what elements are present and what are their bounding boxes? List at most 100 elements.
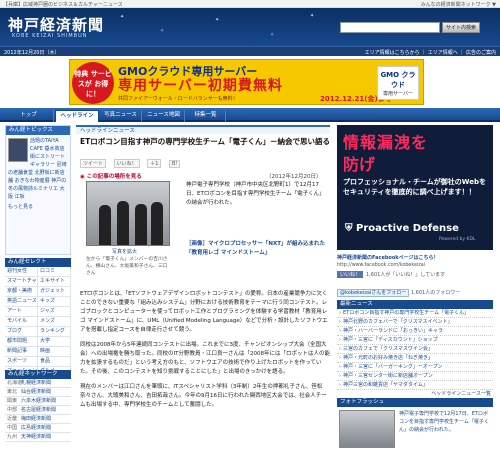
select-link[interactable]: 週刊女性 [5,267,38,276]
select-row: アート ジャズ [5,307,71,317]
photo-flash-image[interactable] [339,410,395,448]
news-item[interactable]: › ETロボコン目指す神戸の専門学校生チーム「電子くん」 [337,309,493,318]
select-row: 英語ニュース キッズ [5,297,71,307]
banner-badge: 特典 サービスが お得に！ [72,62,114,104]
topics-more-link[interactable]: もっと見る [8,203,68,211]
network-region: 東北 [7,389,18,395]
like-button[interactable]: いいね！ [113,159,140,168]
network-row[interactable]: 近畿 梅田経済新聞 [5,415,71,424]
select-link[interactable]: スマートチャンネル [5,277,38,286]
tab-news-map[interactable]: ニュース地図 [143,110,185,122]
network-site[interactable]: 広島経済新聞 [21,425,51,431]
ad-product-name: Proactive Defense [355,223,459,234]
site-logo[interactable]: 神戸経済新聞 [8,14,104,35]
arrow-icon: › [339,328,341,334]
network-row[interactable]: 関東 六本木経済新聞 [5,397,71,406]
topics-thumbnail[interactable] [8,138,28,162]
banner-ad[interactable]: 特典 サービスが お得に！ GMOクラウド専用サーバー 専用サーバー初期費無料 … [69,59,424,105]
select-link[interactable]: 都市問題 [5,337,38,346]
select-row: ブログ ランキング [5,327,71,337]
select-link[interactable]: スポーツ [5,357,38,366]
arrow-icon: › [339,373,341,379]
network-row[interactable]: 東北 仙台経済新聞 [5,388,71,397]
photo-caption: 左から「電子くん」メンバーの吉川さん、横山さん、大坂美和子さん、三口さん [86,257,168,276]
select-row: 都市問題 大学 [5,337,71,347]
select-link[interactable]: 食品 [38,357,71,366]
select-row: 新聞記事 映画 [5,347,71,357]
news-item-text[interactable]: 神戸・元町のお好み焼き店「ねぎ焼き」 [343,355,433,361]
select-row: 週刊女性 ロコミ [5,267,71,277]
network-row[interactable]: 中国 広島経済新聞 [5,424,71,433]
network-box: みん経ネットワーク 北海道札幌経済新聞 東北 仙台経済新聞 関東 六本木経済新聞 中… [5,370,71,442]
news-item[interactable]: › 三宮のカフェで「クリスマスワイン会」 [337,345,493,354]
select-link[interactable]: 新聞記事 [5,347,38,356]
plusone-button[interactable]: ＋1 [147,159,162,168]
select-link[interactable]: エキサイト [38,277,71,286]
network-row[interactable]: 中部 名古屋経済新聞 [5,406,71,415]
snowflake-icon: ✦ [215,17,220,23]
network-menu-link[interactable]: みんなの経済新聞ネットワーク ▼ [421,1,496,8]
twitter-follow-button[interactable]: @kobekeizaiさんをフォロー [337,289,410,297]
network-row[interactable]: 北海道札幌経済新聞 [5,379,71,388]
select-link[interactable]: ロコミ [38,267,71,276]
area-links[interactable]: エリア情報はこちらから ｜ エリア情報ヘ ｜ 広告のご案内 [365,49,496,56]
hatena-bookmark-button[interactable]: B! [169,160,181,168]
select-link[interactable]: 大学 [38,337,71,346]
select-link[interactable]: アート [5,307,38,316]
news-item[interactable]: › 神戸北野のカフェバーで「クリスマスイベント」 [337,318,493,327]
facebook-like-button[interactable]: いいね！ [337,271,364,278]
network-site[interactable]: 札幌経済新聞 [21,380,51,386]
network-site[interactable]: 天神経済新聞 [21,434,51,440]
arrow-icon: › [339,319,341,325]
news-item[interactable]: › 神戸三宮の和雑貨店「ヤマダタイム」 [337,381,493,390]
related-image-link[interactable]: ［画像］マイクロプロセッサー「NXT」が組み込まれた「教育用レゴ マインドストー… [186,240,328,258]
latest-news: 最新ニュース › ETロボコン目指す神戸の専門学校生チーム「電子くん」 › 神戸北野… [337,300,493,399]
facebook-title[interactable]: 神戸経済新聞のFacebookページはこちら！ [337,254,493,262]
photo-flash-text[interactable]: 神戸電子専門学校で12月17日、ETロボコンを目指す専門学校生チーム「電子くん」… [399,410,491,434]
news-item-text[interactable]: 神戸北野のカフェバーで「クリスマスイベント」 [343,319,453,325]
select-link[interactable]: キッズ [38,297,71,306]
news-item[interactable]: › 神戸・ハーバーランドに「おっきい」キャラ [337,327,493,336]
select-link[interactable]: 京都・美術 [5,287,38,296]
select-link[interactable]: ブログ [5,327,38,336]
security-ad[interactable]: 情報漏洩を 防げ プロフェッショナル・チームが御社のWebをセキュリティを徹底的… [337,125,493,250]
news-item-text[interactable]: 神戸・ハーバーランドに「おっきい」キャラ [343,328,443,334]
tweet-button[interactable]: ツイート [80,159,107,168]
select-link[interactable]: 英語ニュース [5,297,38,306]
news-item[interactable]: › 神戸・元町のお好み焼き店「ねぎ焼き」 [337,354,493,363]
news-item-text[interactable]: 神戸三宮の和雑貨店「ヤマダタイム」 [343,382,428,388]
site-search-input[interactable] [340,22,440,33]
news-item-text[interactable]: 神戸・三宮に「ディスカウント」ショップ [343,337,438,343]
tab-headline[interactable]: ヘッドライン [55,110,99,122]
network-site[interactable]: 梅田経済新聞 [21,416,51,422]
news-item[interactable]: › 神戸・三宮に「バーガーキング」ーオープン [337,363,493,372]
select-link[interactable]: メンズ [38,317,71,326]
map-location-link[interactable]: ◉ この記事の場所を見る [80,172,142,180]
select-link[interactable]: ランキング [38,327,71,336]
map-link-text[interactable]: この記事の場所を見る [87,174,142,180]
site-search-button[interactable]: サイト内検索 [442,22,480,33]
article-photo[interactable] [86,181,170,246]
news-item-text[interactable]: 神戸・三宮に「バーガーキング」ーオープン [343,364,443,370]
select-link[interactable]: モバイル [5,317,38,326]
select-link[interactable]: ガジェット [38,287,71,296]
news-item-text[interactable]: 神戸・三宮センター街に新店舗オープン [343,373,433,379]
news-item[interactable]: › 神戸・三宮に「ディスカウント」ショップ [337,336,493,345]
network-row[interactable]: 九州 天神経済新聞 [5,433,71,442]
network-site[interactable]: 六本木経済新聞 [21,398,56,404]
ad-product-sub: Powered by KDL [439,237,476,242]
news-item-text[interactable]: 三宮のカフェで「クリスマスワイン会」 [343,346,433,352]
network-site[interactable]: 名古屋経済新聞 [21,407,56,413]
tab-top[interactable]: トップ [4,110,54,122]
topics-title: みん経トピックス [6,126,70,135]
tab-photo-news[interactable]: 写真ニュース [100,110,142,122]
network-site[interactable]: 仙台経済新聞 [21,389,51,395]
select-link[interactable]: 映画 [38,347,71,356]
tab-features[interactable]: 特集一覧 [186,110,226,122]
news-item[interactable]: › 神戸・三宮センター街に新店舗オープン [337,372,493,381]
facebook-url[interactable]: http://www.facebook.com/kobekeizai [337,263,493,268]
select-link[interactable]: ジャズ [38,307,71,316]
news-item-text[interactable]: ETロボコン目指す神戸の専門学校生チーム「電子くん」 [343,310,469,316]
enlarge-photo-link[interactable]: 写真を拡大 [112,248,137,255]
snowflake-icon: ✧ [160,28,165,34]
